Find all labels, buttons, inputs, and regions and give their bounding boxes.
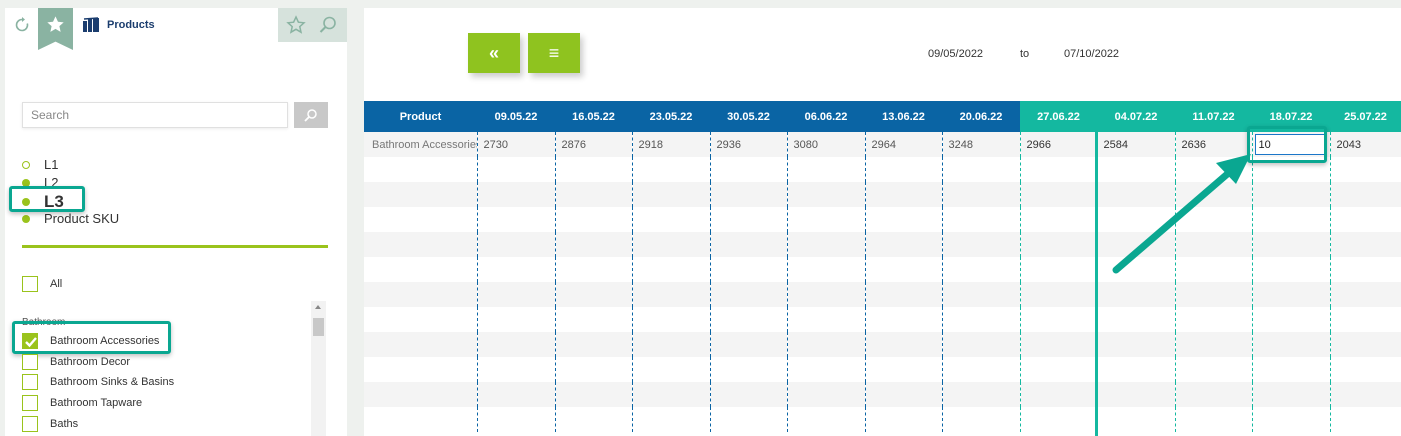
highlight-box-bathroom-accessories — [12, 321, 171, 354]
level-label: Product SKU — [44, 211, 120, 226]
divider — [22, 245, 328, 248]
highlight-box-l3 — [9, 186, 85, 212]
filter-header: Products — [5, 8, 347, 50]
checkbox[interactable] — [22, 416, 38, 432]
radio-dot — [22, 161, 30, 169]
annotation-arrow-icon — [1112, 154, 1251, 274]
refresh-icon[interactable] — [13, 16, 31, 34]
star-outline-icon[interactable] — [286, 15, 306, 40]
search-button[interactable] — [294, 102, 328, 128]
checkbox[interactable] — [22, 395, 38, 411]
checkbox-label: Bathroom Decor — [50, 356, 131, 368]
checkbox-label: Bathroom Tapware — [50, 397, 143, 409]
panel-tools — [278, 8, 347, 42]
scroll-thumb[interactable] — [313, 318, 324, 336]
radio-dot — [22, 215, 30, 223]
filter-panel: Products L1 L2 L3 Product SKU All Bathr — [5, 8, 347, 436]
scroll-up-icon[interactable] — [315, 305, 321, 309]
star-icon — [47, 16, 64, 32]
level-label: L1 — [44, 157, 59, 172]
checkbox-label: Bathroom Sinks & Basins — [50, 376, 175, 388]
planning-grid-panel: « ≡ 09/05/2022 to 07/10/2022 Product 09.… — [364, 8, 1401, 436]
panel-title: Products — [107, 19, 155, 31]
search-icon — [304, 109, 317, 122]
checkbox[interactable] — [22, 276, 38, 292]
checkbox[interactable] — [22, 354, 38, 370]
category-scrollbar[interactable] — [311, 301, 326, 436]
checkbox[interactable] — [22, 374, 38, 390]
checkbox-label: All — [50, 278, 63, 290]
search-icon[interactable] — [318, 15, 338, 40]
favorites-tab[interactable] — [38, 8, 73, 50]
search-input[interactable] — [22, 102, 288, 128]
checkbox-label: Baths — [50, 418, 79, 430]
layers-icon — [82, 17, 100, 38]
